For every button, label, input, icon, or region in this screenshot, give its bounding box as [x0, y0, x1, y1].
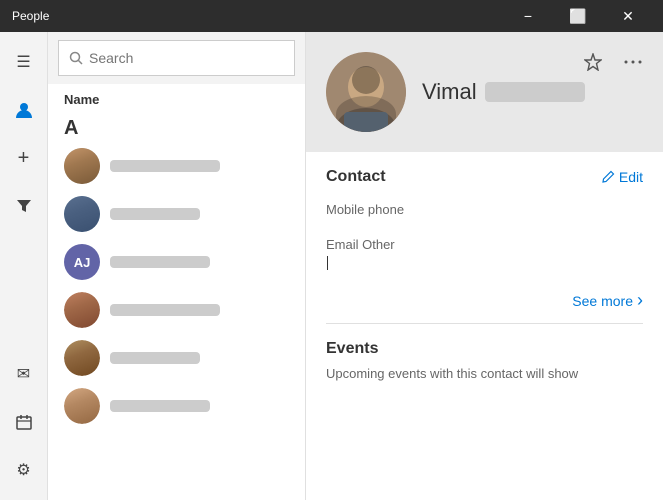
- contact-name-blur: [110, 304, 220, 316]
- events-section-title: Events: [326, 340, 643, 358]
- mobile-phone-label: Mobile phone: [326, 202, 643, 217]
- text-cursor: [327, 256, 328, 270]
- chevron-right-icon: ›: [637, 290, 643, 311]
- list-item[interactable]: AJ: [48, 238, 305, 286]
- search-input-wrap[interactable]: [58, 40, 295, 76]
- contact-name-blur: [110, 160, 220, 172]
- avatar: AJ: [64, 244, 100, 280]
- list-item[interactable]: [48, 142, 305, 190]
- app-title: People: [12, 9, 49, 23]
- pin-button[interactable]: [575, 44, 611, 80]
- avatar: [64, 196, 100, 232]
- avatar: [64, 148, 100, 184]
- edit-label: Edit: [619, 169, 643, 185]
- avatar: [64, 292, 100, 328]
- email-other-label: Email Other: [326, 237, 643, 252]
- email-other-field: Email Other: [326, 237, 643, 270]
- list-item[interactable]: [48, 334, 305, 382]
- avatar: [64, 340, 100, 376]
- search-bar: [48, 32, 305, 84]
- add-icon[interactable]: +: [2, 136, 46, 180]
- title-bar-left: People: [12, 9, 49, 23]
- see-more-label: See more: [572, 293, 633, 309]
- contact-last-name-blur: [485, 82, 585, 102]
- contact-section-title: Contact: [326, 168, 386, 186]
- contact-name-blur: [110, 256, 210, 268]
- detail-header: Vimal: [306, 32, 663, 152]
- hamburger-icon[interactable]: ☰: [2, 40, 46, 84]
- detail-name-area: Vimal: [422, 79, 585, 105]
- contact-name-blur: [110, 352, 200, 364]
- list-item[interactable]: [48, 190, 305, 238]
- alpha-group-a: A: [48, 111, 305, 142]
- avatar: [64, 388, 100, 424]
- divider: [326, 323, 643, 324]
- contact-info-header: Contact Edit: [326, 168, 643, 186]
- mail-icon[interactable]: ✉: [2, 352, 46, 396]
- contact-name-blur: [110, 208, 200, 220]
- see-more-button[interactable]: See more ›: [326, 290, 643, 311]
- contact-full-name: Vimal: [422, 79, 585, 105]
- edit-button[interactable]: Edit: [601, 169, 643, 185]
- detail-panel: Vimal Contact Ed: [306, 32, 663, 500]
- person-icon[interactable]: [2, 88, 46, 132]
- contact-info: Contact Edit Mobile phone Email Other: [306, 152, 663, 500]
- minimize-button[interactable]: −: [505, 0, 551, 32]
- mobile-phone-field: Mobile phone: [326, 202, 643, 217]
- events-description: Upcoming events with this contact will s…: [326, 366, 643, 381]
- contact-list-header: Name: [48, 84, 305, 111]
- more-options-button[interactable]: [615, 44, 651, 80]
- calendar-icon[interactable]: [2, 400, 46, 444]
- app-body: ☰ + ✉ ⚙ Name A: [0, 32, 663, 500]
- contact-first-name: Vimal: [422, 79, 477, 105]
- maximize-button[interactable]: ⬜: [555, 0, 601, 32]
- icon-rail: ☰ + ✉ ⚙: [0, 32, 48, 500]
- contact-panel: Name A AJ: [48, 32, 306, 500]
- search-icon: [69, 51, 83, 65]
- title-bar-controls: − ⬜ ✕: [505, 0, 651, 32]
- email-other-value: [326, 254, 643, 270]
- filter-icon[interactable]: [2, 184, 46, 228]
- contact-avatar-large: [326, 52, 406, 132]
- edit-icon: [601, 170, 615, 184]
- contact-name-blur: [110, 400, 210, 412]
- list-item[interactable]: [48, 286, 305, 334]
- list-item[interactable]: [48, 382, 305, 430]
- title-bar: People − ⬜ ✕: [0, 0, 663, 32]
- header-actions: [575, 44, 651, 80]
- search-input[interactable]: [89, 50, 284, 66]
- close-button[interactable]: ✕: [605, 0, 651, 32]
- settings-icon[interactable]: ⚙: [2, 448, 46, 492]
